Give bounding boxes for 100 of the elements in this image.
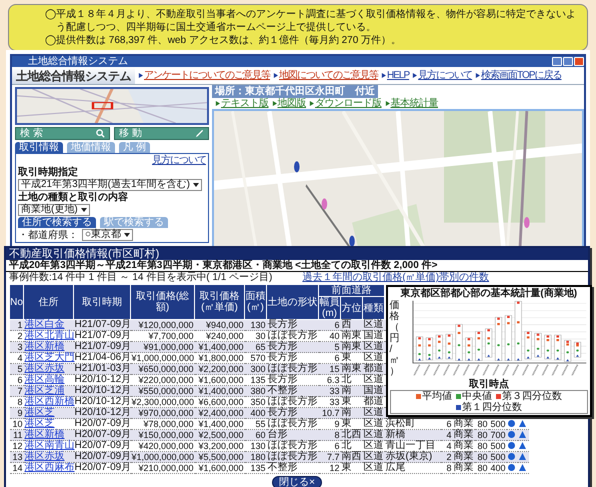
arrow-icon bbox=[273, 73, 278, 78]
table-cell: 不整形 bbox=[266, 386, 318, 396]
box-plot bbox=[474, 330, 482, 361]
arrow-icon bbox=[412, 73, 418, 78]
table-cell: 380 bbox=[244, 386, 266, 396]
legend-label: 第３四分位数 bbox=[502, 390, 562, 402]
table-cell: 11 bbox=[10, 430, 24, 440]
location-label: 場所：東京都千代田区永田町 付近 bbox=[212, 85, 378, 98]
field-label: ・都道府県： bbox=[18, 230, 78, 240]
maximize-button[interactable] bbox=[563, 57, 573, 66]
table-cell: 5 bbox=[318, 342, 340, 352]
table-cell: ¥1,000,000,000 bbox=[130, 452, 194, 462]
table-cell: 400 bbox=[244, 408, 266, 418]
table-cell: ¥210,000,000 bbox=[130, 462, 194, 474]
caret-icon bbox=[80, 208, 87, 212]
caret-icon bbox=[192, 183, 199, 187]
legend-label: 平均値 bbox=[422, 390, 452, 402]
table-cell: ¥91,000,000 bbox=[130, 342, 194, 352]
view-link[interactable]: 基本統計量 bbox=[390, 98, 438, 109]
table-cell: 5 bbox=[10, 364, 24, 374]
box-plot bbox=[494, 316, 502, 361]
box-plot bbox=[544, 334, 551, 359]
tick-label-mark bbox=[551, 364, 558, 376]
box-plot bbox=[445, 333, 452, 359]
box-plot bbox=[416, 336, 423, 361]
box-plot bbox=[484, 328, 492, 357]
arrow-icon bbox=[309, 101, 314, 106]
table-cell: ¥5,500,000 bbox=[194, 452, 244, 462]
table-cell: 商業 bbox=[452, 452, 475, 462]
box-plot bbox=[514, 300, 522, 361]
table-cell: 8 bbox=[318, 430, 340, 440]
table-cell: 西 bbox=[340, 320, 362, 330]
close-button[interactable] bbox=[574, 57, 584, 66]
period-select[interactable]: 平成21年第3四半期(過去1年間を含む) bbox=[18, 179, 202, 191]
table-cell: 500 bbox=[488, 452, 507, 462]
table-cell: 区道 bbox=[362, 452, 385, 462]
table-cell: 80 bbox=[474, 462, 489, 474]
arrow-icon bbox=[138, 73, 143, 78]
box-plot bbox=[504, 314, 512, 361]
box-plot bbox=[425, 336, 432, 360]
table-cell: ¥2,200,000 bbox=[194, 364, 244, 374]
tick-label-mark bbox=[442, 364, 450, 376]
view-link[interactable]: テキスト版 bbox=[221, 98, 268, 109]
price-band-link[interactable]: 過去１年間の取引価格(㎡単価)帯別の件数 bbox=[302, 272, 490, 283]
help-link[interactable]: 見方について bbox=[152, 155, 206, 166]
search-tab[interactable]: 住所で検索する bbox=[18, 217, 96, 228]
address-link[interactable]: 港区芝浦 bbox=[24, 386, 74, 396]
table-cell: 商業 bbox=[452, 462, 475, 474]
table-cell: 区道 bbox=[362, 430, 385, 440]
window-title: 土地総合情報システム bbox=[28, 56, 129, 67]
table-cell: 13 bbox=[10, 452, 24, 462]
site-logo: 土地総合情報システム bbox=[12, 67, 135, 84]
box-plot bbox=[554, 334, 561, 360]
panel-tab[interactable]: 取引情報 bbox=[15, 142, 63, 153]
header-link[interactable]: 地図についてのご意見等 bbox=[279, 70, 378, 81]
header-link[interactable]: 検索画面TOPに戻る bbox=[481, 70, 562, 81]
record-count: 事例件数:14 件中 1 件目 ～ 14 件目を表示中( 1/1 ページ目) bbox=[9, 272, 272, 283]
table-cell: 3 bbox=[10, 342, 24, 352]
address-link[interactable]: 港区赤坂 bbox=[24, 452, 74, 462]
caret-icon bbox=[124, 233, 130, 237]
tick-label-mark bbox=[531, 364, 538, 376]
note-text: 提供件数は 768,397 件、web アクセス数は、約１億件（毎月約 270 万件）。 bbox=[56, 34, 402, 47]
header-link[interactable]: アンケートについてのご意見等 bbox=[144, 70, 270, 81]
column-header: 幅員(m) bbox=[318, 296, 340, 320]
table-cell: ¥550,000,000 bbox=[130, 386, 194, 396]
table-cell: 300 bbox=[244, 364, 266, 374]
table-cell: 区道 bbox=[362, 342, 385, 352]
minimize-button[interactable] bbox=[552, 57, 562, 66]
legend-label: 中央値 bbox=[462, 390, 492, 402]
arrow-icon bbox=[381, 73, 386, 78]
column-header: No bbox=[10, 284, 24, 320]
address-link[interactable]: 港区新橋 bbox=[24, 342, 74, 352]
table-cell: 7 bbox=[10, 386, 24, 396]
column-header: 面積(㎡) bbox=[244, 284, 266, 320]
table-cell: 14 bbox=[10, 462, 24, 474]
view-link[interactable]: ダウンロード版 bbox=[315, 98, 382, 109]
table-cell: 新橋 bbox=[384, 430, 441, 440]
tick-label-mark bbox=[561, 364, 568, 376]
table-cell: H20/07-09月 bbox=[74, 452, 130, 462]
table-cell: ¥1,400,000 bbox=[194, 342, 244, 352]
legend-label: 第１四分位数 bbox=[462, 402, 522, 412]
table-cell: ¥1,600,000 bbox=[194, 462, 244, 474]
column-header: 住所 bbox=[24, 284, 74, 320]
header-link[interactable]: HELP bbox=[387, 70, 410, 81]
address-link[interactable]: 港区白金 bbox=[24, 320, 74, 330]
table-cell: 12 bbox=[318, 462, 340, 474]
column-header: 土地の形状 bbox=[266, 284, 318, 320]
tick-label-mark bbox=[492, 364, 499, 376]
view-link[interactable]: 地図版 bbox=[278, 98, 306, 109]
type-select[interactable]: 商業地(更地) bbox=[18, 204, 90, 216]
prefecture-select[interactable]: ○東京都 bbox=[82, 229, 134, 241]
table-cell: 10.7 bbox=[318, 408, 340, 418]
column-header: 取引時期 bbox=[74, 284, 130, 320]
address-link[interactable]: 港区西麻布 bbox=[24, 462, 74, 474]
close-button[interactable]: 閉じる× bbox=[272, 476, 322, 487]
address-link[interactable]: 港区芝 bbox=[24, 408, 74, 418]
header-link[interactable]: 見方について bbox=[418, 70, 472, 81]
address-link[interactable]: 港区新橋 bbox=[24, 430, 74, 440]
address-link[interactable]: 港区赤坂 bbox=[24, 364, 74, 374]
tick-label-mark bbox=[502, 364, 509, 376]
